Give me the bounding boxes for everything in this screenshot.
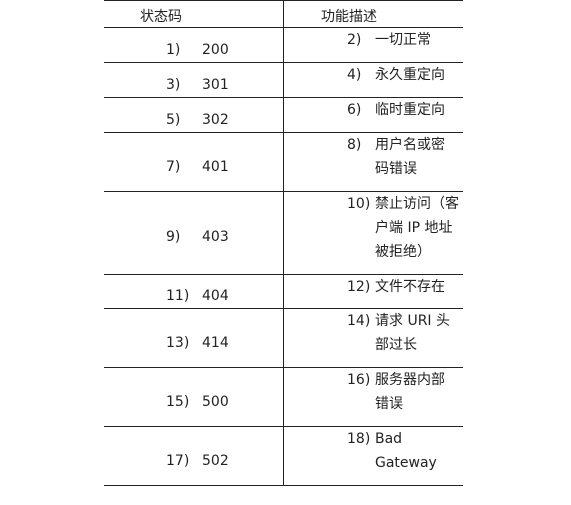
status-code: 301 — [202, 77, 229, 93]
item-number: 9) — [166, 229, 181, 245]
status-code-cell: 9) 403 — [166, 229, 229, 245]
status-code: 404 — [202, 288, 229, 304]
description-text: 一切正常 — [375, 32, 431, 48]
item-number: 18) — [347, 431, 371, 447]
status-code: 302 — [202, 112, 229, 128]
status-code-cell: 17) 502 — [166, 453, 229, 469]
item-number: 17) — [166, 453, 190, 469]
status-code: 500 — [202, 394, 229, 410]
status-code-cell: 15) 500 — [166, 394, 229, 410]
item-number: 6) — [347, 102, 362, 118]
item-number: 2) — [347, 32, 362, 48]
status-code: 403 — [202, 229, 229, 245]
item-number: 12) — [347, 279, 371, 295]
item-number: 13) — [166, 335, 190, 351]
description-cell: 6) 临时重定向 — [347, 98, 457, 122]
description-cell: 8) 用户名或密码错误 — [347, 133, 457, 181]
status-code-cell: 3) 301 — [166, 77, 229, 93]
description-cell: 18) Bad Gateway — [347, 427, 457, 475]
description-text: 请求 URI 头部过长 — [375, 313, 451, 353]
status-code: 401 — [202, 159, 229, 175]
status-code: 200 — [202, 42, 229, 58]
description-cell: 4) 永久重定向 — [347, 63, 457, 87]
status-code-cell: 13) 414 — [166, 335, 229, 351]
item-number: 15) — [166, 394, 190, 410]
description-text: Bad Gateway — [375, 431, 437, 471]
status-code: 414 — [202, 335, 229, 351]
item-number: 1) — [166, 42, 181, 58]
description-text: 服务器内部错误 — [375, 372, 445, 412]
item-number: 8) — [347, 137, 362, 153]
status-code: 502 — [202, 453, 229, 469]
status-code-cell: 1) 200 — [166, 42, 229, 58]
description-text: 临时重定向 — [375, 102, 445, 118]
item-number: 3) — [166, 77, 181, 93]
description-text: 禁止访问（客户端 IP 地址被拒绝） — [375, 196, 459, 260]
description-cell: 2) 一切正常 — [347, 28, 457, 52]
item-number: 7) — [166, 159, 181, 175]
item-number: 4) — [347, 67, 362, 83]
status-code-cell: 5) 302 — [166, 112, 229, 128]
table-bottom-border — [104, 485, 463, 486]
status-code-cell: 7) 401 — [166, 159, 229, 175]
item-number: 16) — [347, 372, 371, 388]
item-number: 14) — [347, 313, 371, 329]
header-status-code: 状态码 — [140, 9, 182, 25]
description-text: 永久重定向 — [375, 67, 445, 83]
header-function-desc: 功能描述 — [321, 9, 377, 25]
description-cell: 14) 请求 URI 头部过长 — [347, 309, 457, 357]
item-number: 10) — [347, 196, 371, 212]
item-number: 5) — [166, 112, 181, 128]
column-divider — [283, 0, 284, 485]
status-code-cell: 11) 404 — [166, 288, 229, 304]
description-text: 文件不存在 — [375, 279, 445, 295]
description-cell: 12) 文件不存在 — [347, 275, 457, 299]
item-number: 11) — [166, 288, 190, 304]
description-text: 用户名或密码错误 — [375, 137, 445, 177]
description-cell: 10) 禁止访问（客户端 IP 地址被拒绝） — [347, 192, 459, 264]
description-cell: 16) 服务器内部错误 — [347, 368, 457, 416]
